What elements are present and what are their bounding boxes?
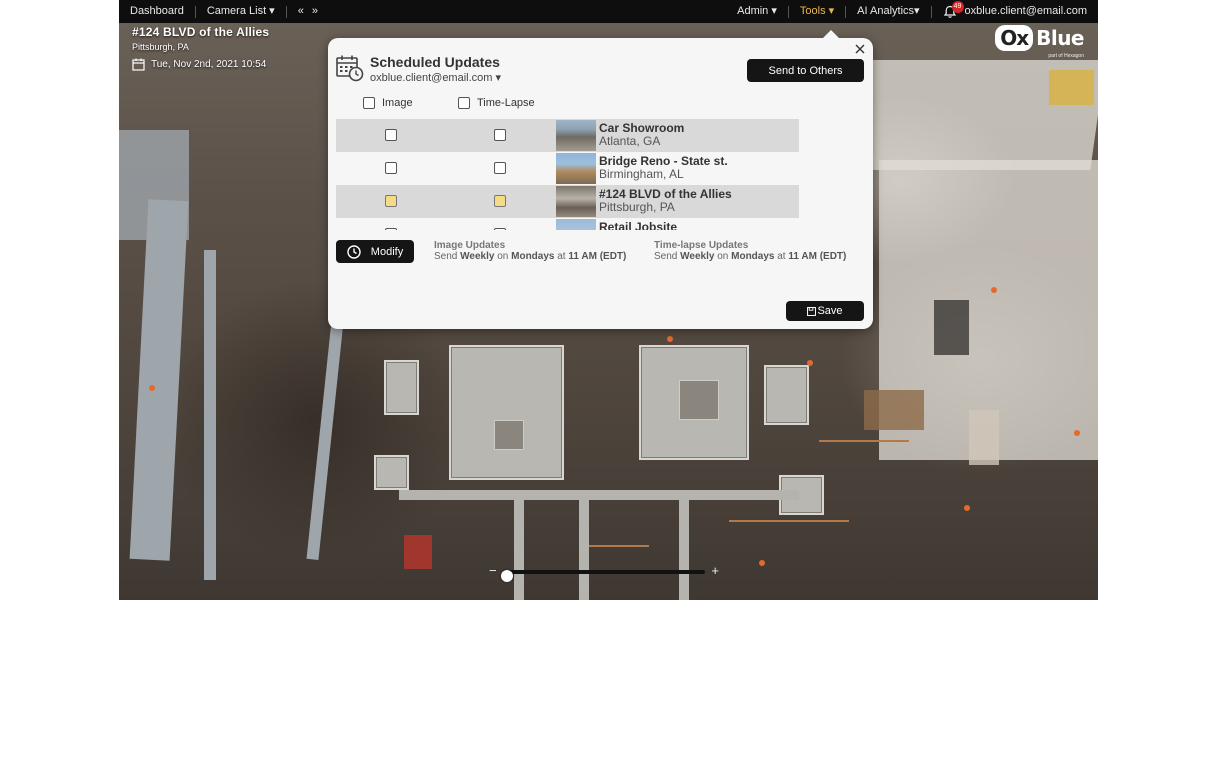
image-column-header[interactable]: Image: [363, 97, 413, 109]
timelapse-updates-detail: Send Weekly on Mondays at 11 AM (EDT): [654, 251, 847, 262]
nav-dashboard[interactable]: Dashboard: [119, 0, 195, 23]
timelapse-updates-schedule: Time-lapse Updates Send Weekly on Monday…: [654, 240, 846, 262]
image-column-label: Image: [382, 97, 413, 109]
nav-camera-list[interactable]: Camera List ▾: [196, 0, 286, 23]
camera-viewer: Dashboard Camera List ▾ « » Admin ▾ Tool…: [119, 0, 1098, 600]
close-icon[interactable]: [853, 42, 867, 56]
prev-camera-button[interactable]: «: [287, 0, 308, 23]
camera-row[interactable]: Bridge Reno - State st. Birmingham, AL: [336, 152, 799, 185]
notification-count-badge: 49: [951, 0, 964, 13]
dialog-pointer: [822, 30, 840, 39]
image-updates-detail: Send Weekly on Mondays at 11 AM (EDT): [434, 251, 627, 262]
nav-tools[interactable]: Tools ▾: [789, 0, 845, 23]
logo-ox: Ox: [995, 25, 1034, 51]
nav-ai-analytics[interactable]: AI Analytics▾: [846, 0, 930, 23]
camera-location: Pittsburgh, PA: [132, 42, 189, 52]
camera-row[interactable]: #124 BLVD of the Allies Pittsburgh, PA: [336, 185, 799, 218]
next-camera-button[interactable]: »: [308, 0, 322, 23]
camera-name: Retail Jobsite: [599, 220, 678, 231]
image-select-all-checkbox[interactable]: [363, 97, 375, 109]
modify-label: Modify: [370, 245, 404, 258]
logo-tagline: part of Hexagon: [1048, 53, 1084, 59]
timelapse-update-checkbox[interactable]: [494, 162, 506, 174]
camera-row[interactable]: Retail Jobsite: [336, 218, 799, 230]
nav-admin[interactable]: Admin ▾: [726, 0, 788, 23]
calendar-icon: [132, 58, 145, 71]
timelapse-column-label: Time-Lapse: [477, 97, 535, 109]
send-to-others-button[interactable]: Send to Others: [747, 59, 864, 82]
image-update-checkbox[interactable]: [385, 228, 397, 230]
recipient-email-dropdown[interactable]: oxblue.client@email.com ▾: [370, 71, 501, 85]
image-updates-schedule: Image Updates Send Weekly on Mondays at …: [434, 240, 626, 262]
dialog-title: Scheduled Updates: [370, 54, 500, 70]
camera-location: Atlanta, GA: [599, 134, 661, 148]
timelapse-update-checkbox[interactable]: [494, 195, 506, 207]
camera-location: Pittsburgh, PA: [599, 200, 675, 214]
timeline-track[interactable]: [501, 570, 705, 582]
calendar-clock-icon: [336, 55, 364, 82]
image-update-checkbox[interactable]: [385, 195, 397, 207]
timeline-slider[interactable]: − +: [489, 564, 719, 582]
timeline-knob[interactable]: [501, 570, 514, 582]
camera-row[interactable]: Car Showroom Atlanta, GA: [336, 119, 799, 152]
image-datetime[interactable]: Tue, Nov 2nd, 2021 10:54: [132, 58, 269, 71]
timelapse-update-checkbox[interactable]: [494, 129, 506, 141]
modify-schedule-button[interactable]: Modify: [336, 240, 414, 263]
notifications-button[interactable]: 49 oxblue.client@email.com: [932, 0, 1098, 23]
camera-list[interactable]: Car Showroom Atlanta, GA Bridge Reno - Sta…: [336, 119, 799, 230]
image-updates-heading: Image Updates: [434, 240, 506, 251]
top-navigation: Dashboard Camera List ▾ « » Admin ▾ Tool…: [119, 0, 1098, 23]
image-update-checkbox[interactable]: [385, 129, 397, 141]
user-email: oxblue.client@email.com: [964, 5, 1087, 17]
bell-icon: 49: [943, 0, 964, 19]
save-icon: [807, 306, 817, 316]
image-update-checkbox[interactable]: [385, 162, 397, 174]
timeline-zoom-out-button[interactable]: −: [489, 564, 497, 578]
dialog-header: Scheduled Updates oxblue.client@email.co…: [336, 54, 501, 85]
datetime-text: Tue, Nov 2nd, 2021 10:54: [151, 59, 267, 70]
camera-thumbnail: [556, 153, 596, 184]
save-label: Save: [817, 305, 843, 317]
camera-info: #124 BLVD of the Allies Pittsburgh, PA T…: [132, 25, 269, 71]
camera-thumbnail: [556, 186, 596, 217]
timelapse-update-checkbox[interactable]: [494, 228, 506, 230]
camera-location: Birmingham, AL: [599, 167, 684, 181]
timelapse-updates-heading: Time-lapse Updates: [654, 240, 749, 251]
camera-thumbnail: [556, 120, 596, 151]
clock-icon: [347, 244, 361, 259]
logo-blue: Blue: [1036, 26, 1084, 50]
timelapse-select-all-checkbox[interactable]: [458, 97, 470, 109]
save-button[interactable]: Save: [786, 301, 864, 321]
scheduled-updates-dialog: Scheduled Updates oxblue.client@email.co…: [328, 30, 873, 329]
camera-title: #124 BLVD of the Allies: [132, 25, 270, 39]
camera-thumbnail: [556, 219, 596, 230]
oxblue-logo: Ox Blue part of Hexagon: [995, 25, 1084, 59]
timeline-zoom-in-button[interactable]: +: [711, 564, 719, 578]
timelapse-column-header[interactable]: Time-Lapse: [458, 97, 535, 109]
